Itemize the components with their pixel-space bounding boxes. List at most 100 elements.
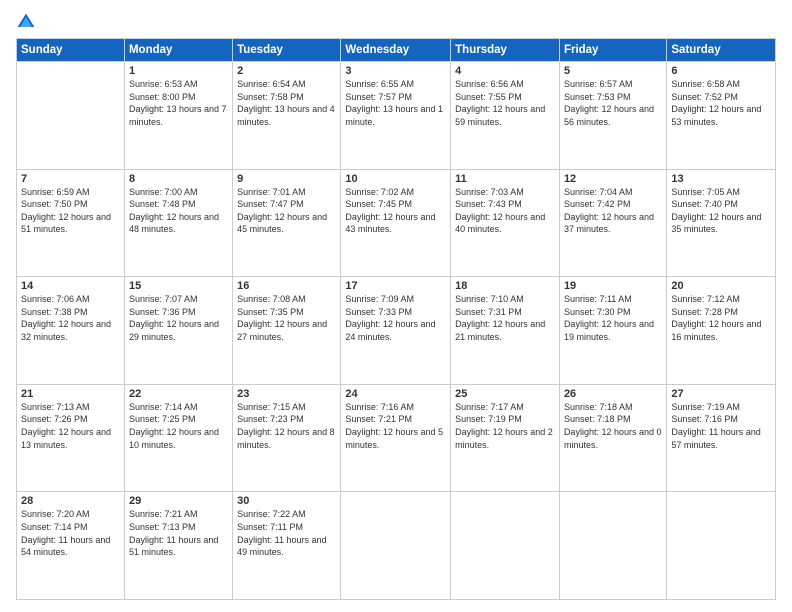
day-info: Sunrise: 6:59 AMSunset: 7:50 PMDaylight:…	[21, 186, 120, 236]
calendar-cell: 10Sunrise: 7:02 AMSunset: 7:45 PMDayligh…	[341, 169, 451, 277]
calendar-cell: 30Sunrise: 7:22 AMSunset: 7:11 PMDayligh…	[233, 492, 341, 600]
calendar-cell: 19Sunrise: 7:11 AMSunset: 7:30 PMDayligh…	[559, 277, 666, 385]
calendar-cell: 8Sunrise: 7:00 AMSunset: 7:48 PMDaylight…	[124, 169, 232, 277]
calendar-cell: 3Sunrise: 6:55 AMSunset: 7:57 PMDaylight…	[341, 62, 451, 170]
day-info: Sunrise: 7:04 AMSunset: 7:42 PMDaylight:…	[564, 186, 662, 236]
day-number: 17	[345, 280, 446, 292]
calendar-cell: 23Sunrise: 7:15 AMSunset: 7:23 PMDayligh…	[233, 384, 341, 492]
day-info: Sunrise: 7:14 AMSunset: 7:25 PMDaylight:…	[129, 401, 228, 451]
calendar-cell: 25Sunrise: 7:17 AMSunset: 7:19 PMDayligh…	[451, 384, 560, 492]
weekday-header-friday: Friday	[559, 39, 666, 62]
calendar-cell: 29Sunrise: 7:21 AMSunset: 7:13 PMDayligh…	[124, 492, 232, 600]
day-number: 8	[129, 173, 228, 185]
calendar-cell: 9Sunrise: 7:01 AMSunset: 7:47 PMDaylight…	[233, 169, 341, 277]
calendar-cell: 13Sunrise: 7:05 AMSunset: 7:40 PMDayligh…	[667, 169, 776, 277]
day-info: Sunrise: 7:05 AMSunset: 7:40 PMDaylight:…	[671, 186, 771, 236]
calendar-cell: 2Sunrise: 6:54 AMSunset: 7:58 PMDaylight…	[233, 62, 341, 170]
day-info: Sunrise: 7:11 AMSunset: 7:30 PMDaylight:…	[564, 293, 662, 343]
day-number: 3	[345, 65, 446, 77]
weekday-header-wednesday: Wednesday	[341, 39, 451, 62]
top-area	[16, 12, 776, 32]
day-info: Sunrise: 6:53 AMSunset: 8:00 PMDaylight:…	[129, 78, 228, 128]
calendar-table: SundayMondayTuesdayWednesdayThursdayFrid…	[16, 38, 776, 600]
calendar-cell: 6Sunrise: 6:58 AMSunset: 7:52 PMDaylight…	[667, 62, 776, 170]
day-number: 19	[564, 280, 662, 292]
calendar-cell	[17, 62, 125, 170]
calendar-cell	[559, 492, 666, 600]
calendar-cell: 14Sunrise: 7:06 AMSunset: 7:38 PMDayligh…	[17, 277, 125, 385]
calendar-cell: 21Sunrise: 7:13 AMSunset: 7:26 PMDayligh…	[17, 384, 125, 492]
day-number: 28	[21, 495, 120, 507]
calendar-week-1: 7Sunrise: 6:59 AMSunset: 7:50 PMDaylight…	[17, 169, 776, 277]
calendar-cell: 16Sunrise: 7:08 AMSunset: 7:35 PMDayligh…	[233, 277, 341, 385]
day-info: Sunrise: 7:07 AMSunset: 7:36 PMDaylight:…	[129, 293, 228, 343]
calendar-cell: 15Sunrise: 7:07 AMSunset: 7:36 PMDayligh…	[124, 277, 232, 385]
calendar-cell: 18Sunrise: 7:10 AMSunset: 7:31 PMDayligh…	[451, 277, 560, 385]
day-number: 23	[237, 388, 336, 400]
weekday-header-sunday: Sunday	[17, 39, 125, 62]
day-number: 30	[237, 495, 336, 507]
day-number: 10	[345, 173, 446, 185]
day-info: Sunrise: 7:09 AMSunset: 7:33 PMDaylight:…	[345, 293, 446, 343]
calendar-cell: 17Sunrise: 7:09 AMSunset: 7:33 PMDayligh…	[341, 277, 451, 385]
day-info: Sunrise: 7:19 AMSunset: 7:16 PMDaylight:…	[671, 401, 771, 451]
day-number: 9	[237, 173, 336, 185]
day-number: 14	[21, 280, 120, 292]
day-number: 20	[671, 280, 771, 292]
day-info: Sunrise: 6:57 AMSunset: 7:53 PMDaylight:…	[564, 78, 662, 128]
day-info: Sunrise: 7:02 AMSunset: 7:45 PMDaylight:…	[345, 186, 446, 236]
day-info: Sunrise: 7:16 AMSunset: 7:21 PMDaylight:…	[345, 401, 446, 451]
calendar-cell: 4Sunrise: 6:56 AMSunset: 7:55 PMDaylight…	[451, 62, 560, 170]
calendar-cell: 20Sunrise: 7:12 AMSunset: 7:28 PMDayligh…	[667, 277, 776, 385]
calendar-header: SundayMondayTuesdayWednesdayThursdayFrid…	[17, 39, 776, 62]
calendar-cell: 22Sunrise: 7:14 AMSunset: 7:25 PMDayligh…	[124, 384, 232, 492]
day-info: Sunrise: 6:56 AMSunset: 7:55 PMDaylight:…	[455, 78, 555, 128]
calendar-cell: 27Sunrise: 7:19 AMSunset: 7:16 PMDayligh…	[667, 384, 776, 492]
calendar-cell: 28Sunrise: 7:20 AMSunset: 7:14 PMDayligh…	[17, 492, 125, 600]
day-info: Sunrise: 7:03 AMSunset: 7:43 PMDaylight:…	[455, 186, 555, 236]
weekday-header-thursday: Thursday	[451, 39, 560, 62]
day-number: 13	[671, 173, 771, 185]
day-number: 24	[345, 388, 446, 400]
day-number: 2	[237, 65, 336, 77]
day-number: 26	[564, 388, 662, 400]
calendar-cell: 11Sunrise: 7:03 AMSunset: 7:43 PMDayligh…	[451, 169, 560, 277]
day-info: Sunrise: 6:54 AMSunset: 7:58 PMDaylight:…	[237, 78, 336, 128]
calendar-cell	[451, 492, 560, 600]
day-number: 15	[129, 280, 228, 292]
weekday-header-monday: Monday	[124, 39, 232, 62]
day-number: 27	[671, 388, 771, 400]
calendar-cell	[667, 492, 776, 600]
day-info: Sunrise: 7:20 AMSunset: 7:14 PMDaylight:…	[21, 508, 120, 558]
day-number: 12	[564, 173, 662, 185]
weekday-header-tuesday: Tuesday	[233, 39, 341, 62]
day-number: 21	[21, 388, 120, 400]
day-info: Sunrise: 7:18 AMSunset: 7:18 PMDaylight:…	[564, 401, 662, 451]
calendar-week-3: 21Sunrise: 7:13 AMSunset: 7:26 PMDayligh…	[17, 384, 776, 492]
day-info: Sunrise: 7:13 AMSunset: 7:26 PMDaylight:…	[21, 401, 120, 451]
day-number: 25	[455, 388, 555, 400]
day-info: Sunrise: 6:58 AMSunset: 7:52 PMDaylight:…	[671, 78, 771, 128]
day-info: Sunrise: 7:10 AMSunset: 7:31 PMDaylight:…	[455, 293, 555, 343]
calendar-week-4: 28Sunrise: 7:20 AMSunset: 7:14 PMDayligh…	[17, 492, 776, 600]
calendar-cell: 12Sunrise: 7:04 AMSunset: 7:42 PMDayligh…	[559, 169, 666, 277]
day-number: 18	[455, 280, 555, 292]
calendar-week-2: 14Sunrise: 7:06 AMSunset: 7:38 PMDayligh…	[17, 277, 776, 385]
day-number: 1	[129, 65, 228, 77]
weekday-row: SundayMondayTuesdayWednesdayThursdayFrid…	[17, 39, 776, 62]
day-info: Sunrise: 6:55 AMSunset: 7:57 PMDaylight:…	[345, 78, 446, 128]
day-info: Sunrise: 7:00 AMSunset: 7:48 PMDaylight:…	[129, 186, 228, 236]
calendar-cell: 1Sunrise: 6:53 AMSunset: 8:00 PMDaylight…	[124, 62, 232, 170]
day-info: Sunrise: 7:08 AMSunset: 7:35 PMDaylight:…	[237, 293, 336, 343]
calendar-cell: 24Sunrise: 7:16 AMSunset: 7:21 PMDayligh…	[341, 384, 451, 492]
calendar-cell: 5Sunrise: 6:57 AMSunset: 7:53 PMDaylight…	[559, 62, 666, 170]
day-number: 5	[564, 65, 662, 77]
weekday-header-saturday: Saturday	[667, 39, 776, 62]
day-info: Sunrise: 7:22 AMSunset: 7:11 PMDaylight:…	[237, 508, 336, 558]
day-info: Sunrise: 7:01 AMSunset: 7:47 PMDaylight:…	[237, 186, 336, 236]
day-info: Sunrise: 7:21 AMSunset: 7:13 PMDaylight:…	[129, 508, 228, 558]
logo	[16, 12, 40, 32]
day-number: 29	[129, 495, 228, 507]
calendar-cell: 7Sunrise: 6:59 AMSunset: 7:50 PMDaylight…	[17, 169, 125, 277]
calendar-week-0: 1Sunrise: 6:53 AMSunset: 8:00 PMDaylight…	[17, 62, 776, 170]
